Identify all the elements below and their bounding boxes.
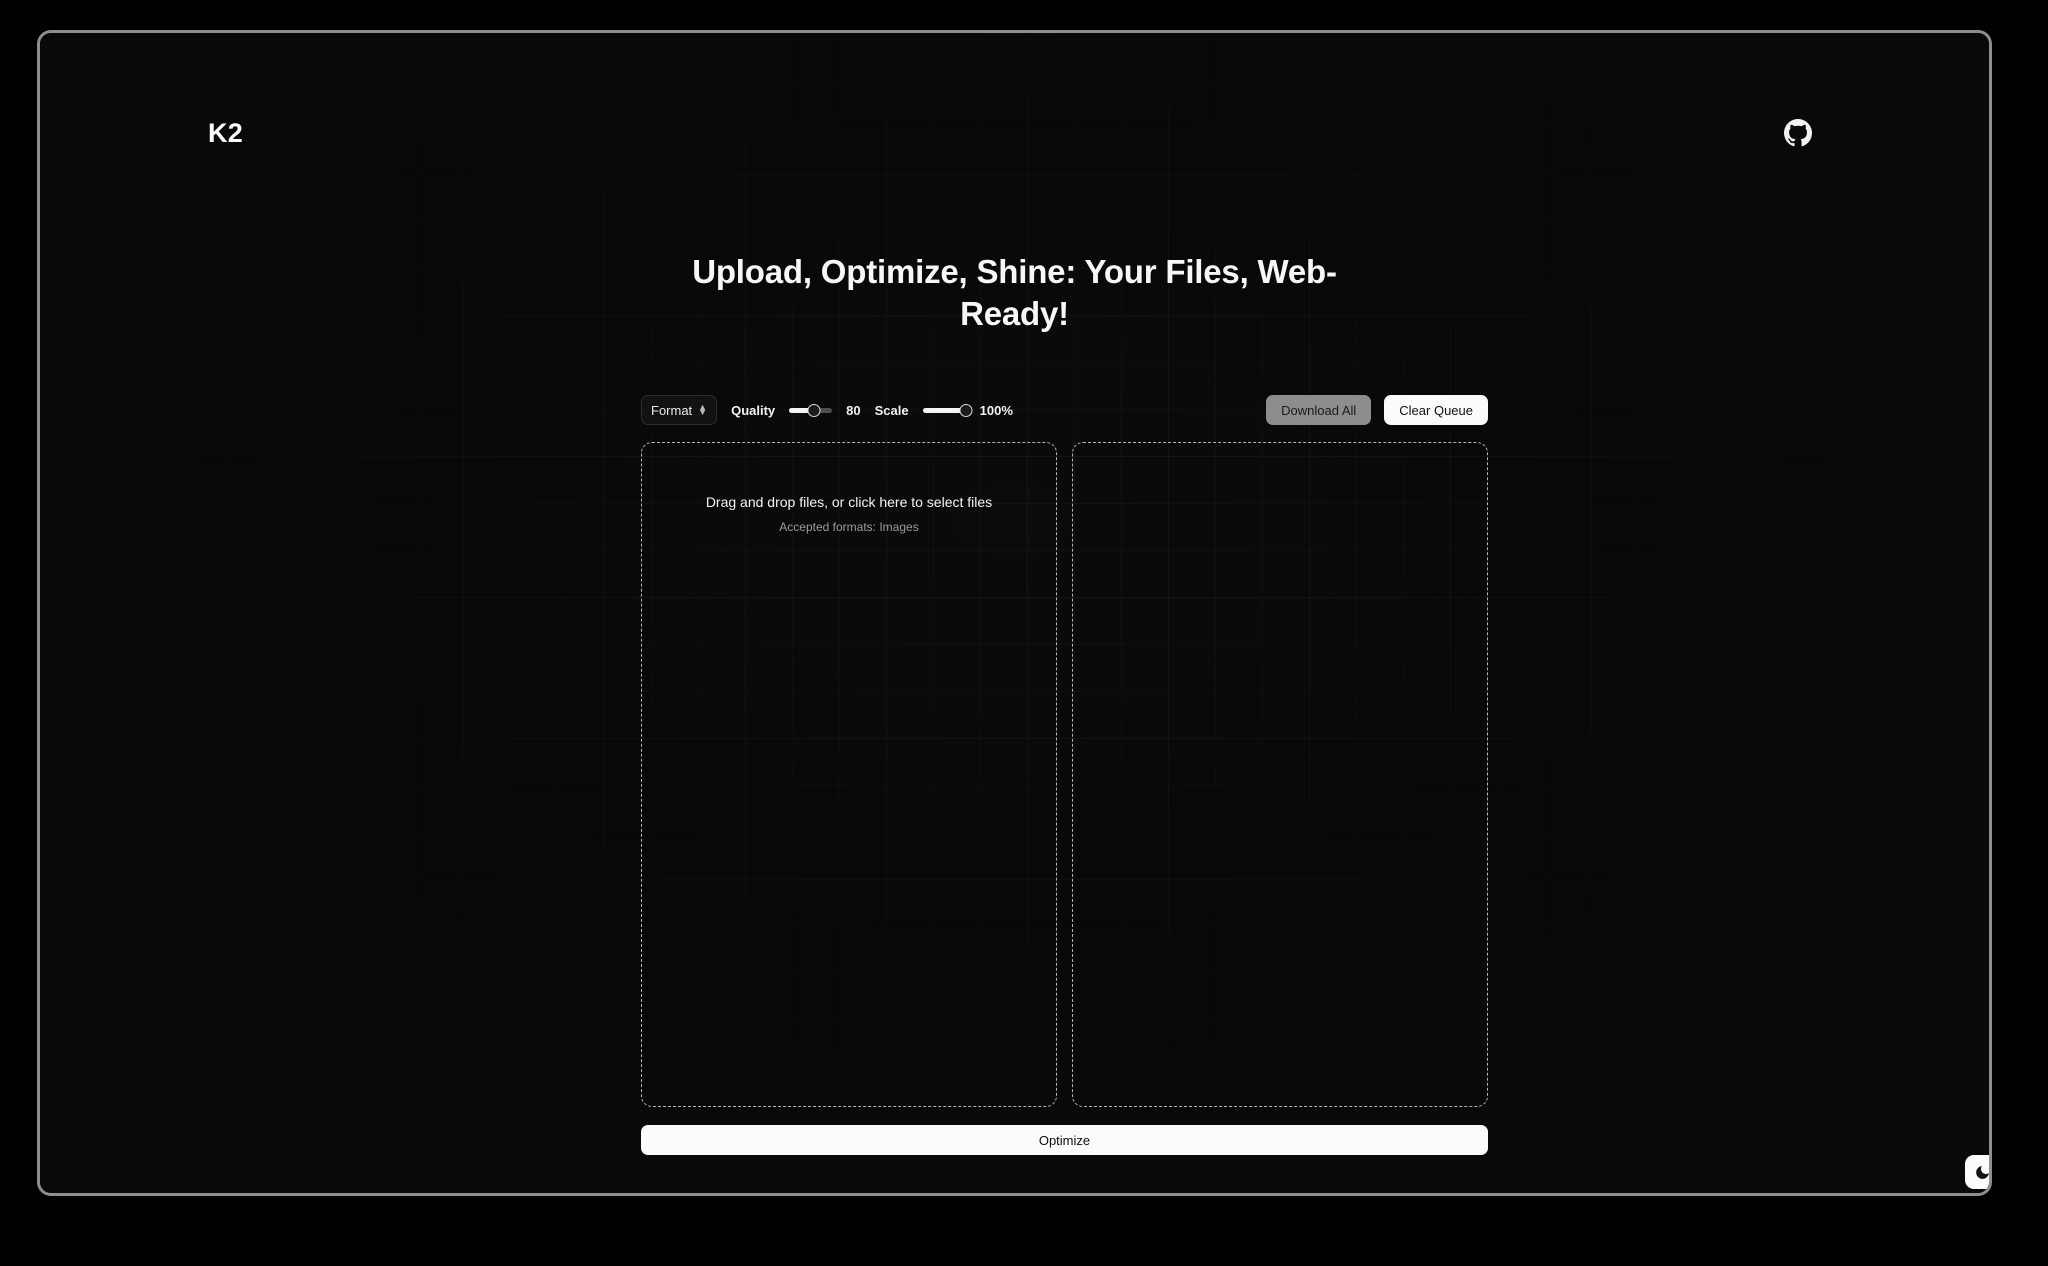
github-icon[interactable] (1783, 118, 1813, 148)
site-header: K2 (40, 111, 1989, 155)
dropzone-primary-text: Drag and drop files, or click here to se… (705, 494, 993, 510)
theme-toggle-button[interactable] (1965, 1155, 1989, 1189)
download-all-button[interactable]: Download All (1266, 395, 1372, 425)
scale-slider-thumb[interactable] (959, 403, 973, 417)
file-dropzone[interactable]: Drag and drop files, or click here to se… (641, 442, 1057, 1107)
brand-logo[interactable]: K2 (208, 118, 243, 149)
app-page: K2 Upload, Optimize, Shine: Your Files, … (40, 33, 1989, 1193)
quality-slider[interactable] (789, 402, 833, 418)
toolbar-left-controls: Format ▲ ▼ Quality 80 Scale 100% (641, 395, 1013, 425)
scale-slider[interactable] (922, 402, 973, 418)
format-select-label: Format (651, 402, 693, 418)
quality-slider-thumb[interactable] (807, 403, 821, 417)
scale-label: Scale (874, 402, 909, 418)
format-select[interactable]: Format ▲ ▼ (641, 395, 718, 425)
optimize-button[interactable]: Optimize (641, 1125, 1488, 1155)
moon-icon (1975, 1165, 1989, 1179)
clear-queue-button[interactable]: Clear Queue (1384, 395, 1488, 425)
chevron-updown-icon: ▲ ▼ (698, 402, 708, 417)
options-toolbar: Format ▲ ▼ Quality 80 Scale 100% Downloa… (641, 394, 1488, 426)
toolbar-right-controls: Download All Clear Queue (1266, 395, 1488, 425)
dropzone-text: Drag and drop files, or click here to se… (676, 492, 1022, 534)
quality-value: 80 (846, 402, 861, 418)
results-panel (1072, 442, 1488, 1107)
browser-window-frame: K2 Upload, Optimize, Shine: Your Files, … (37, 30, 1992, 1196)
dropzone-accepted-formats: Accepted formats: Images (779, 520, 919, 535)
scale-value: 100% (979, 402, 1013, 418)
quality-label: Quality (731, 402, 776, 418)
page-title: Upload, Optimize, Shine: Your Files, Web… (692, 253, 1337, 333)
